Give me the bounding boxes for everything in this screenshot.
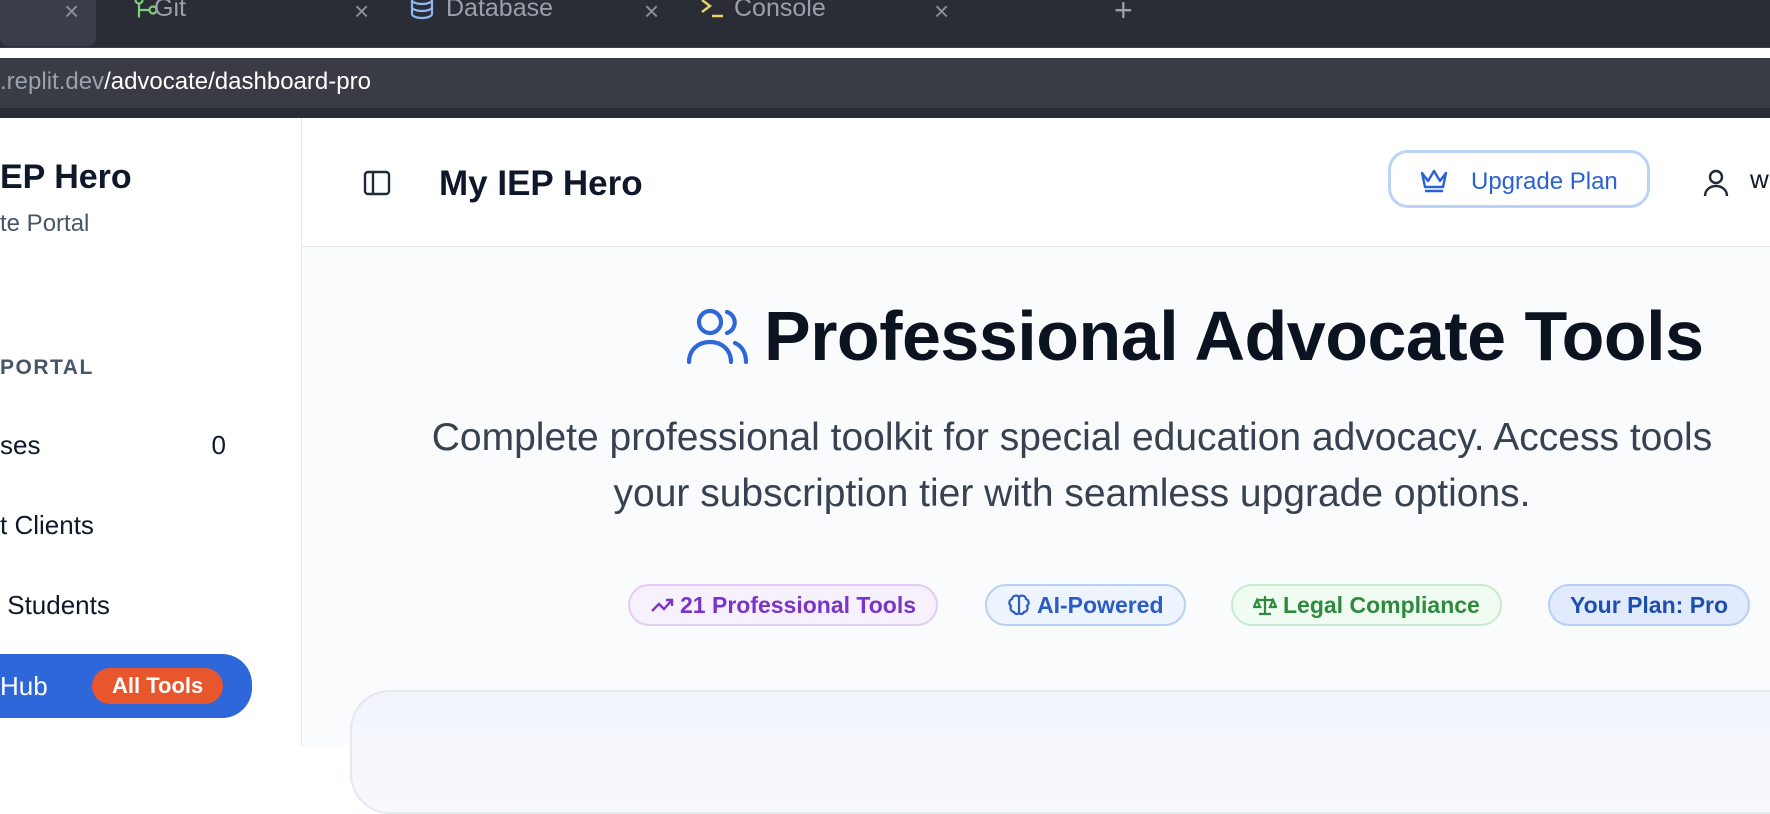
sidebar-item-hub[interactable]: Hub All Tools [0, 654, 252, 718]
sidebar-item-clients[interactable]: t Clients [0, 496, 240, 554]
pill-label: AI-Powered [1037, 592, 1164, 618]
tab-close-icon[interactable]: × [934, 0, 949, 27]
ai-powered-badge: AI-Powered [985, 584, 1186, 626]
sidebar-item-label: Students [0, 590, 110, 620]
sidebar-item-cases[interactable]: ses 0 [0, 416, 240, 474]
url-host: .replit.dev [0, 68, 105, 95]
sidebar-section-label: PORTAL [0, 356, 94, 379]
tab-label: Git [154, 0, 186, 22]
trending-up-icon [651, 598, 674, 612]
page-title: Professional Advocate Tools [764, 297, 1704, 375]
tab-label: Database [446, 0, 554, 22]
plus-icon: + [1114, 0, 1133, 28]
database-icon [410, 0, 434, 20]
users-icon [687, 308, 749, 364]
tab-console[interactable]: Console × [696, 0, 966, 46]
description-line-1: Complete professional toolkit for specia… [431, 416, 1713, 459]
plan-badge: Your Plan: Pro [1548, 584, 1751, 626]
professional-tools-badge: 21 Professional Tools [628, 584, 939, 626]
pill-label: Legal Compliance [1283, 592, 1480, 618]
crown-icon [1420, 169, 1448, 193]
tab-close-icon[interactable]: × [354, 0, 369, 27]
all-tools-badge: All Tools [92, 668, 224, 704]
sidebar-item-count: 0 [211, 430, 226, 460]
top-header: My IEP Hero Upgrade Plan w [302, 118, 1770, 247]
page-description: Complete professional toolkit for specia… [357, 410, 1770, 522]
new-tab-button[interactable]: + [1114, 0, 1144, 46]
sidebar-item-label: t Clients [0, 510, 94, 540]
user-name[interactable]: w [1750, 164, 1769, 195]
scale-icon [1253, 595, 1277, 616]
sidebar-item-students[interactable]: Students [0, 576, 240, 634]
app-title: My IEP Hero [439, 164, 643, 203]
sidebar: EP Hero te Portal PORTAL ses 0 t Clients… [0, 118, 302, 746]
tab-current[interactable]: × [0, 0, 96, 46]
main-content: My IEP Hero Upgrade Plan w Professional … [302, 118, 1770, 814]
tab-git[interactable]: Git × [116, 0, 386, 46]
sidebar-toggle-icon[interactable] [362, 168, 392, 198]
terminal-icon [701, 0, 723, 18]
brand-name: EP Hero [0, 158, 132, 196]
url-path: /advocate/dashboard-pro [104, 68, 371, 95]
sidebar-item-label: ses [0, 430, 41, 460]
user-icon[interactable] [1702, 168, 1730, 198]
content-card [350, 690, 1770, 814]
brain-icon [1008, 594, 1030, 615]
pill-label: Your Plan: Pro [1570, 592, 1729, 618]
chrome-divider [0, 108, 1770, 118]
sidebar-item-label: Hub [0, 671, 48, 701]
upgrade-plan-label: Upgrade Plan [1471, 168, 1618, 195]
address-bar[interactable]: .replit.dev/advocate/dashboard-pro [0, 58, 1770, 108]
pill-label: 21 Professional Tools [680, 592, 917, 618]
legal-compliance-badge: Legal Compliance [1231, 584, 1502, 626]
tab-close-icon[interactable]: × [644, 0, 659, 27]
tab-label: Console [734, 0, 826, 22]
description-line-2: your subscription tier with seamless upg… [613, 472, 1531, 515]
brand-subtitle: te Portal [0, 210, 90, 237]
tab-database[interactable]: Database × [406, 0, 676, 46]
upgrade-plan-button[interactable]: Upgrade Plan [1388, 150, 1650, 208]
tab-close-icon[interactable]: × [64, 0, 79, 27]
browser-tab-bar: × Git × Database × Console × + [0, 0, 1770, 48]
